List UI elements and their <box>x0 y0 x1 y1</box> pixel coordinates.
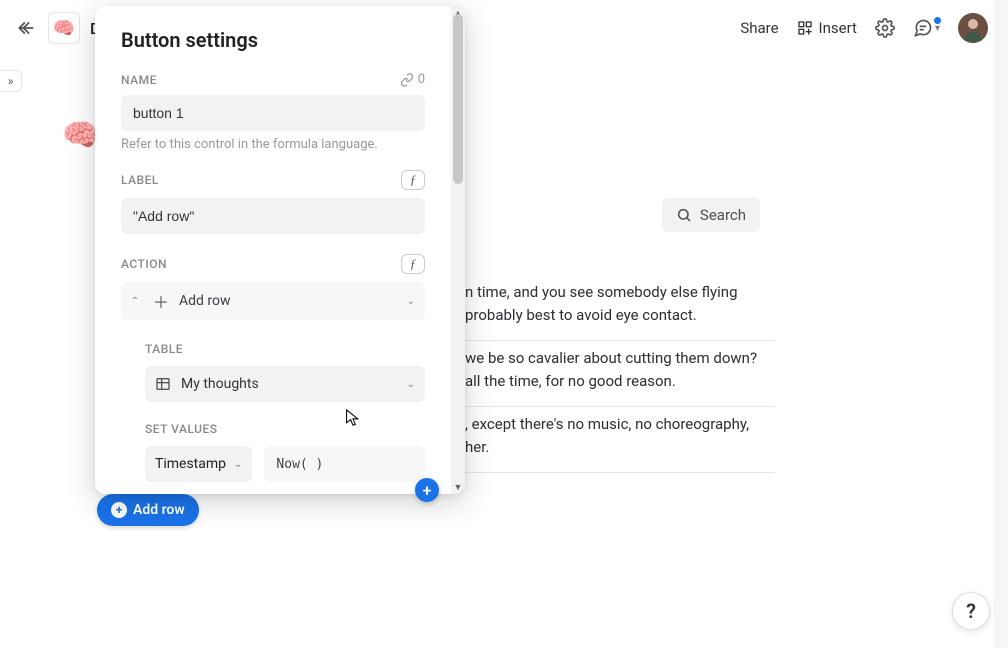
name-reference-count[interactable]: 0 <box>400 72 425 87</box>
plus-icon: ＋ <box>153 289 169 313</box>
chevron-down-icon: ⌄ <box>407 296 415 307</box>
table-section-label: TABLE <box>145 342 425 356</box>
table-select[interactable]: My thoughts ⌄ <box>145 366 425 402</box>
table-name: My thoughts <box>181 376 397 392</box>
doc-line: we be so cavalier about cutting them dow… <box>465 341 775 407</box>
add-row-label: Add row <box>133 502 185 518</box>
name-section-label: NAME <box>121 73 157 87</box>
add-row-button[interactable]: + Add row <box>97 494 199 526</box>
help-label: ? <box>966 599 976 623</box>
name-help-text: Refer to this control in the formula lan… <box>121 137 425 152</box>
chevron-down-icon: ⌄ <box>234 459 242 470</box>
doc-icon[interactable]: 🧠 <box>48 12 80 44</box>
search-icon <box>676 207 692 223</box>
page-scrollbar[interactable] <box>994 0 1008 648</box>
set-values-column-select[interactable]: Timestamp ⌄ <box>145 446 252 482</box>
chat-icon <box>913 18 933 38</box>
plus-icon: + <box>111 502 127 518</box>
label-input[interactable] <box>121 198 425 234</box>
avatar[interactable] <box>958 13 988 43</box>
table-icon <box>155 376 171 392</box>
scroll-thumb[interactable] <box>453 14 463 184</box>
share-button[interactable]: Share <box>740 19 778 37</box>
set-values-column-name: Timestamp <box>155 456 226 472</box>
button-settings-panel: ▲ ▼ Button settings NAME 0 Refer to this… <box>95 6 465 494</box>
notifications-button[interactable]: ▾ <box>913 18 940 38</box>
set-values-section-label: SET VALUES <box>145 422 425 436</box>
sidebar-expand-button[interactable]: » <box>0 70 22 92</box>
panel-scrollbar[interactable]: ▲ ▼ <box>451 6 465 494</box>
back-button[interactable] <box>14 16 38 40</box>
action-section-label: ACTION <box>121 257 167 271</box>
doc-line: , except there's no music, no choreograp… <box>465 407 775 473</box>
insert-button[interactable]: Insert <box>797 19 857 37</box>
panel-title: Button settings <box>121 28 425 52</box>
insert-label: Insert <box>819 19 857 37</box>
search-label: Search <box>700 206 746 224</box>
scroll-down-icon[interactable]: ▼ <box>451 480 465 494</box>
set-values-formula-input[interactable]: Now( ) <box>264 446 425 482</box>
page-emoji: 🧠 <box>62 118 99 153</box>
document-text: n time, and you see somebody else flying… <box>465 275 775 473</box>
action-select[interactable]: ⌃ ＋ Add row ⌄ <box>121 282 425 320</box>
add-set-value-button[interactable]: + <box>415 478 439 502</box>
name-input[interactable] <box>121 95 425 131</box>
notification-dot <box>933 16 942 25</box>
chevron-down-icon: ⌄ <box>407 379 415 390</box>
doc-line: n time, and you see somebody else flying… <box>465 275 775 341</box>
help-button[interactable]: ? <box>952 592 990 630</box>
label-formula-toggle[interactable]: ƒ <box>401 170 425 190</box>
settings-icon[interactable] <box>875 18 895 38</box>
label-section-label: LABEL <box>121 173 159 187</box>
action-formula-toggle[interactable]: ƒ <box>401 254 425 274</box>
reference-count: 0 <box>418 72 425 87</box>
collapse-icon: ⌃ <box>127 296 143 307</box>
insert-icon <box>797 20 813 36</box>
set-values-formula-text: Now( ) <box>276 457 323 472</box>
link-icon <box>400 73 414 87</box>
action-name: Add row <box>179 293 397 309</box>
search-button[interactable]: Search <box>662 198 760 232</box>
